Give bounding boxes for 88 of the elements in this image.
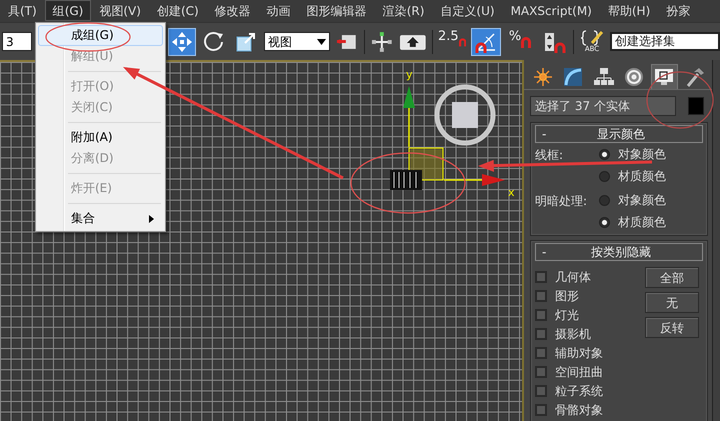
option-label: 对象颜色 <box>618 146 666 163</box>
y-axis-arrow[interactable] <box>403 86 415 147</box>
panel-button[interactable]: 全部 <box>645 267 699 288</box>
command-panel-tab[interactable] <box>651 64 678 89</box>
checkbox[interactable] <box>535 270 547 282</box>
panel-button[interactable]: 反转 <box>645 317 699 338</box>
target-icon <box>623 66 646 88</box>
viewcube[interactable] <box>434 84 496 146</box>
menu-item-label: 成组(G) <box>71 27 114 44</box>
checkbox-label: 几何体 <box>555 268 591 286</box>
menu-item[interactable]: 帮助(H) <box>600 0 658 21</box>
x-axis-arrow[interactable] <box>444 174 505 186</box>
axis-label: x <box>508 186 515 199</box>
checkbox-label: 摄影机 <box>555 326 591 342</box>
dropdown-value: 视图 <box>268 34 292 50</box>
checkbox[interactable] <box>535 290 547 302</box>
menu-item[interactable]: 附加(A) <box>38 127 163 148</box>
checkbox-label: 灯光 <box>555 306 579 324</box>
menu-item-label: 集合 <box>71 210 95 227</box>
option-label: 对象颜色 <box>618 192 666 209</box>
option-label: 材质颜色 <box>618 168 666 185</box>
menu-item[interactable]: 集合 <box>38 208 163 229</box>
menu-item-label: 炸开(E) <box>71 180 112 197</box>
option-label: 材质颜色 <box>618 214 666 231</box>
menu-item-label: 打开(O) <box>71 78 114 95</box>
panel-button[interactable]: 无 <box>645 292 699 313</box>
checkbox[interactable] <box>535 384 547 396</box>
hierarchy-icon <box>592 66 615 88</box>
checkbox[interactable] <box>535 328 547 340</box>
checkbox[interactable] <box>535 308 547 320</box>
collapse-sign: - <box>542 244 546 260</box>
checkbox-label: 辅助对象 <box>555 344 603 362</box>
checkbox-label: 粒子系统 <box>555 382 603 400</box>
radio-button[interactable] <box>599 170 610 182</box>
named-selection-field[interactable]: 创建选择集 <box>610 32 720 51</box>
radio-button[interactable] <box>599 194 610 206</box>
create-icon <box>532 66 554 88</box>
move-icon <box>170 30 194 54</box>
radio-button[interactable] <box>599 148 610 160</box>
menu-item-label: 附加(A) <box>71 129 113 146</box>
menu-item[interactable]: 自定义(U) <box>432 0 503 21</box>
annotation-ellipse <box>646 71 714 129</box>
rollout-title: 显示颜色 <box>596 126 646 142</box>
group-label: 线框: <box>535 147 564 164</box>
caret-icon <box>317 38 326 44</box>
collapse-sign: - <box>542 126 546 142</box>
transform-tool-button[interactable] <box>168 28 196 56</box>
menu-item[interactable]: 组(G) <box>44 0 92 21</box>
curve-icon <box>562 66 584 88</box>
snap-label: 2.5 <box>438 30 459 44</box>
magnet-icon <box>458 36 466 48</box>
menu-item[interactable]: 具(T) <box>0 0 45 21</box>
checkbox-label: 图形 <box>555 288 579 304</box>
rollout-header[interactable]: - 显示颜色 <box>535 125 703 143</box>
rotate-icon <box>202 30 226 54</box>
snap-button[interactable] <box>471 28 502 56</box>
snap-button[interactable]: 2.5 <box>437 28 468 56</box>
checkbox[interactable] <box>535 366 547 378</box>
menu-item-label: 分离(D) <box>71 150 114 167</box>
menu-item[interactable]: 成组(G) <box>38 25 163 46</box>
menu-item[interactable]: 扮家 <box>658 0 698 21</box>
magnet-icon <box>521 36 532 48</box>
radio-button[interactable] <box>599 216 610 228</box>
checkbox[interactable] <box>535 346 547 358</box>
color-swatch[interactable] <box>688 97 704 115</box>
menu-item[interactable]: 动画 <box>258 0 299 21</box>
menu-item[interactable]: 渲染(R) <box>374 0 432 21</box>
group-label: 明暗处理: <box>535 193 588 210</box>
menu-item[interactable]: 图形编辑器 <box>298 0 375 21</box>
menu-item[interactable]: 视图(V) <box>91 0 149 21</box>
snap-label: % <box>508 30 522 44</box>
reference-coordinate-dropdown[interactable]: 视图 <box>264 32 330 51</box>
object-name-field[interactable]: 选择了 37 个实体 <box>530 96 676 116</box>
filter-dropdown[interactable]: 3 <box>2 32 32 51</box>
checkbox-label: 骨骼对象 <box>555 402 603 418</box>
checkbox-label: 空间扭曲 <box>555 364 603 380</box>
rollout-header[interactable]: - 按类别隐藏 <box>535 243 703 261</box>
object-drawing <box>390 170 422 190</box>
menu-item[interactable]: 创建(C) <box>148 0 207 21</box>
menu-item[interactable]: 修改器 <box>206 0 259 21</box>
braces-pencil-icon <box>580 30 604 46</box>
submenu-arrow-icon <box>149 214 154 222</box>
menu-item[interactable]: MAXScript(M) <box>502 0 600 21</box>
checkbox[interactable] <box>535 404 547 416</box>
menu-item-label: 关闭(C) <box>71 99 113 116</box>
snap-button[interactable]: % <box>505 28 536 56</box>
axis-label: y <box>406 68 413 81</box>
rollout-title: 按类别隐藏 <box>590 244 652 260</box>
